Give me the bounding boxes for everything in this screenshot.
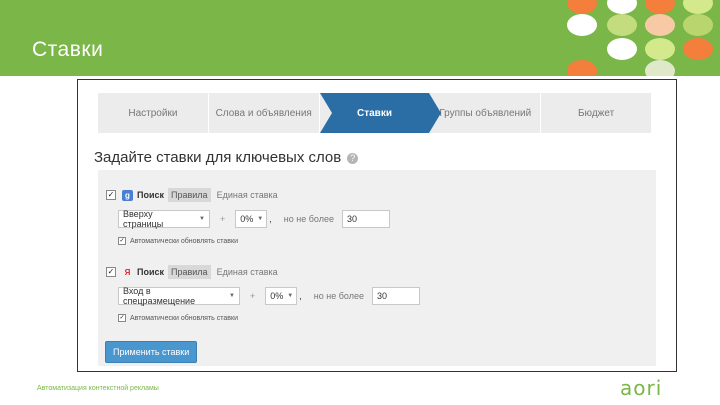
google-limit-label: но не более — [283, 214, 334, 224]
chevron-down-icon: ▼ — [229, 293, 235, 299]
yandex-limit-input[interactable]: 30 — [371, 287, 420, 305]
google-comma: , — [269, 214, 272, 224]
google-position-select[interactable]: Вверху страницы ▼ — [118, 209, 210, 229]
yandex-checkbox[interactable]: ✓ — [106, 267, 116, 277]
slide-title: Ставки — [32, 38, 104, 61]
yandex-percent-value: 0% — [270, 291, 284, 301]
chevron-down-icon: ▼ — [199, 216, 205, 222]
plus-sign: + — [250, 291, 256, 301]
wizard-steps: Настройки Слова и объявления Ставки Груп… — [98, 93, 652, 133]
google-auto-checkbox[interactable]: ✓ — [118, 237, 126, 245]
yandex-rule-text: Единая ставка — [216, 267, 278, 277]
google-checkbox[interactable]: ✓ — [106, 190, 116, 200]
google-rule-text: Единая ставка — [216, 190, 278, 200]
yandex-auto-row: ✓ Автоматически обновлять ставки — [118, 314, 238, 322]
chevron-down-icon: ▼ — [257, 216, 264, 222]
google-position-value: Вверху страницы — [123, 209, 164, 229]
google-limit-input[interactable]: 30 — [341, 210, 390, 228]
wizard-step-budget[interactable]: Бюджет — [541, 93, 652, 133]
yandex-auto-label: Автоматически обновлять ставки — [130, 314, 238, 322]
google-header-row: ✓ g Поиск Правила Единая ставка — [106, 188, 278, 202]
yandex-header-row: ✓ Я Поиск Правила Единая ставка — [106, 265, 278, 279]
google-percent-value: 0% — [240, 214, 254, 224]
wizard-step-words-ads[interactable]: Слова и объявления — [209, 93, 320, 133]
google-auto-label: Автоматически обновлять ставки — [130, 237, 238, 245]
apply-bids-button[interactable]: Применить ставки — [105, 341, 198, 363]
chevron-down-icon: ▼ — [287, 293, 294, 299]
google-percent-select[interactable]: 0% ▼ — [235, 210, 268, 228]
aori-logo: aori — [620, 376, 663, 400]
slide-header: Ставки — [0, 0, 720, 76]
yandex-limit-label: но не более — [313, 291, 364, 301]
yandex-rules-tag[interactable]: Правила — [168, 265, 211, 279]
wizard-step-bids[interactable]: Ставки — [319, 93, 442, 133]
yandex-percent-select[interactable]: 0% ▼ — [265, 287, 298, 305]
yandex-position-value: Вход в спецразмещение — [123, 286, 196, 306]
yandex-comma: , — [299, 291, 302, 301]
yandex-auto-checkbox[interactable]: ✓ — [118, 314, 126, 322]
wizard-step-ad-groups[interactable]: Группы объявлений — [430, 93, 542, 133]
help-icon[interactable]: ? — [347, 152, 359, 164]
bids-panel: ✓ g Поиск Правила Единая ставка Вверху с… — [98, 170, 656, 366]
google-auto-row: ✓ Автоматически обновлять ставки — [118, 237, 238, 245]
page-heading-text: Задайте ставки для ключевых слов — [94, 149, 342, 166]
footer-text: Автоматизация контекстной рекламы — [37, 385, 159, 392]
yandex-icon: Я — [124, 267, 131, 277]
google-bid-row: Вверху страницы ▼ + 0% ▼ , но не более 30 — [118, 209, 390, 229]
google-icon: g — [122, 189, 133, 201]
google-search-label: Поиск — [137, 190, 165, 200]
wizard-step-settings[interactable]: Настройки — [98, 93, 209, 133]
decorative-circles — [555, 0, 720, 76]
yandex-search-label: Поиск — [137, 267, 165, 277]
yandex-position-select[interactable]: Вход в спецразмещение ▼ — [118, 286, 240, 306]
page-heading: Задайте ставки для ключевых слов? — [94, 149, 359, 166]
yandex-bid-row: Вход в спецразмещение ▼ + 0% ▼ , но не бол… — [118, 286, 420, 306]
screenshot-frame: Настройки Слова и объявления Ставки Груп… — [77, 79, 677, 372]
google-rules-tag[interactable]: Правила — [168, 188, 211, 202]
plus-sign: + — [220, 214, 226, 224]
